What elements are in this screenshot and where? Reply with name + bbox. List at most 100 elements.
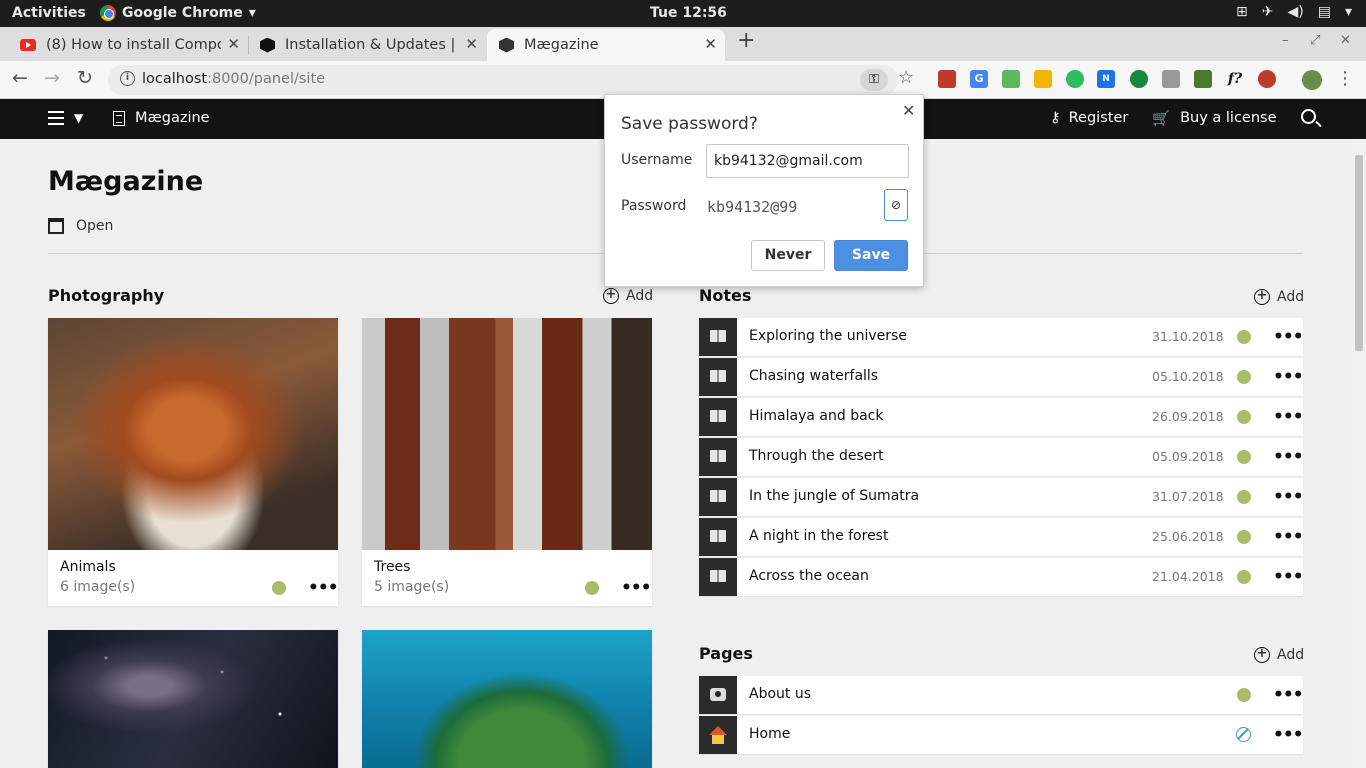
airplane-icon: ✈ [1261,4,1274,20]
notes-add-button[interactable]: + Add [1254,289,1304,305]
avatar[interactable] [1302,70,1322,90]
status-listed-icon[interactable] [1237,370,1251,384]
item-title[interactable]: Chasing waterfalls [749,368,878,384]
tab-title: Installation & Updates | Ki [285,37,460,53]
key-icon[interactable]: ⚿ [860,69,888,91]
close-icon[interactable]: ✕ [465,35,478,53]
pages-add-button[interactable]: + Add [1254,647,1304,663]
card-sky[interactable] [48,630,338,768]
list-item[interactable]: About us ••• [699,676,1304,714]
close-icon[interactable]: ✕ [704,35,717,53]
maximize-button[interactable]: ⤢ [1310,33,1320,48]
forward-icon[interactable]: → [44,67,60,89]
extension-formula-icon[interactable]: f? [1226,70,1244,88]
extension-battery-icon[interactable] [1194,70,1212,88]
more-options-button[interactable]: ••• [1273,727,1304,744]
tab-youtube[interactable]: (8) How to install Compos ✕ [8,29,248,61]
extension-book-icon[interactable] [938,70,956,88]
status-listed-icon[interactable] [272,581,286,595]
close-icon[interactable]: ✕ [227,35,240,53]
app-menu[interactable]: Google Chrome ▾ [100,5,256,21]
status-listed-icon[interactable] [1237,570,1251,584]
list-item[interactable]: Through the desert 05.09.2018 ••• [699,438,1304,476]
extension-translate-icon[interactable]: G [970,70,988,88]
status-listed-icon[interactable] [1237,330,1251,344]
more-options-button[interactable]: ••• [1273,449,1304,466]
more-options-button[interactable]: ••• [1273,489,1304,506]
reload-icon[interactable]: ↻ [77,67,93,89]
item-title[interactable]: Through the desert [749,448,884,464]
list-item[interactable]: In the jungle of Sumatra 31.07.2018 ••• [699,478,1304,516]
item-title[interactable]: Himalaya and back [749,408,883,424]
card-animals[interactable]: Animals 6 image(s) ••• [48,318,339,606]
scrollbar[interactable] [1352,139,1366,768]
extension-grammarly-icon[interactable] [1130,70,1148,88]
info-icon[interactable]: i [120,71,135,86]
star-icon[interactable]: ☆ [898,67,914,88]
hide-password-icon[interactable]: ⊘ [884,189,908,221]
item-title[interactable]: In the jungle of Sumatra [749,488,919,504]
tab-installation[interactable]: Installation & Updates | Ki ✕ [248,29,486,61]
more-options-button[interactable]: ••• [1273,529,1304,546]
item-title[interactable]: About us [749,686,811,702]
tab-maegazine[interactable]: Mægazine ✕ [487,29,725,61]
buy-license-button[interactable]: 🛒 Buy a license [1152,110,1277,127]
photography-add-button[interactable]: + Add [603,288,653,304]
note-thumbnail [699,438,737,476]
chevron-down-icon[interactable]: ▼ [74,111,83,125]
list-item[interactable]: Chasing waterfalls 05.10.2018 ••• [699,358,1304,396]
list-item[interactable]: Exploring the universe 31.10.2018 ••• [699,318,1304,356]
status-listed-icon[interactable] [1237,490,1251,504]
scrollbar-thumb[interactable] [1355,155,1363,351]
search-icon[interactable] [1301,109,1316,124]
extension-new-icon[interactable]: N [1097,70,1115,88]
chrome-menu-icon[interactable]: ⋮ [1336,70,1354,88]
status-listed-icon[interactable] [1237,450,1251,464]
system-tray[interactable]: ⊞ ✈ ◀) ▤ ▾ [1236,4,1352,20]
site-link[interactable]: Mægazine [135,110,210,126]
card-trees[interactable]: Trees 5 image(s) ••• [362,318,652,606]
close-window-button[interactable]: ✕ [1340,33,1351,48]
more-options-button[interactable]: ••• [621,580,652,597]
more-options-button[interactable]: ••• [1273,369,1304,386]
status-listed-icon[interactable] [1237,410,1251,424]
status-listed-icon[interactable] [1237,688,1251,702]
item-title[interactable]: Across the ocean [749,568,869,584]
register-button[interactable]: ⚷ Register [1050,110,1128,126]
item-title[interactable]: A night in the forest [749,528,888,544]
open-button[interactable]: Open [48,218,113,234]
list-item[interactable]: Home ••• [699,716,1304,754]
back-icon[interactable]: ← [12,67,28,89]
status-listed-icon[interactable] [1237,530,1251,544]
more-options-button[interactable]: ••• [1273,329,1304,346]
extension-eraser-icon[interactable] [1162,70,1180,88]
address-bar[interactable]: i localhost:8000/panel/site ⚿ ☆ [108,65,914,95]
more-options-button[interactable]: ••• [1273,409,1304,426]
item-title[interactable]: Home [749,726,790,742]
more-options-button[interactable]: ••• [1273,569,1304,586]
item-title[interactable]: Exploring the universe [749,328,907,344]
extension-evernote-icon[interactable] [1066,70,1084,88]
clock[interactable]: Tue 12:56 [650,5,727,21]
save-button[interactable]: Save [834,240,908,271]
more-options-button[interactable]: ••• [1273,687,1304,704]
username-field[interactable] [706,144,909,178]
more-options-button[interactable]: ••• [308,580,339,597]
card-island[interactable] [362,630,652,768]
extension-record-icon[interactable] [1258,70,1276,88]
status-draft-icon[interactable] [1236,727,1251,742]
url-text[interactable]: localhost:8000/panel/site [142,71,325,87]
never-button[interactable]: Never [751,240,825,271]
new-tab-button[interactable]: + [737,30,755,52]
list-item[interactable]: A night in the forest 25.06.2018 ••• [699,518,1304,556]
minimize-button[interactable]: – [1282,33,1289,48]
extension-keep-icon[interactable] [1034,70,1052,88]
status-listed-icon[interactable] [585,581,599,595]
close-icon[interactable]: ✕ [902,101,915,120]
list-item[interactable]: Himalaya and back 26.09.2018 ••• [699,398,1304,436]
extension-inbox-icon[interactable] [1002,70,1020,88]
menu-icon[interactable] [48,111,64,125]
volume-icon: ◀) [1287,4,1304,20]
list-item[interactable]: Across the ocean 21.04.2018 ••• [699,558,1304,596]
activities-button[interactable]: Activities [12,5,86,21]
